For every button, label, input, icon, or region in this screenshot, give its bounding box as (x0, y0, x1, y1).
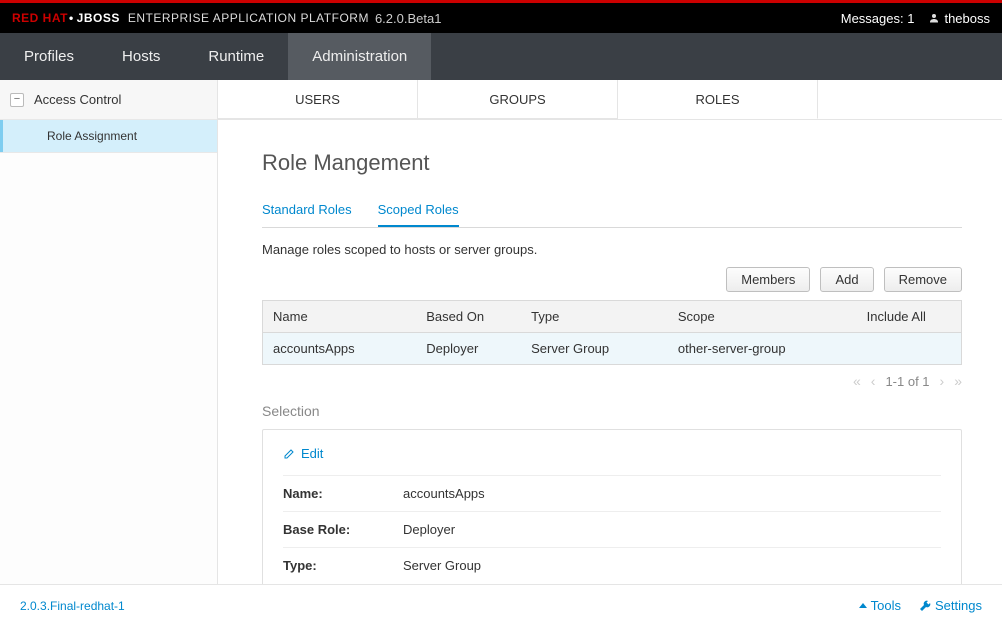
detail-row: Name: accountsApps (283, 475, 941, 511)
col-name: Name (263, 301, 417, 333)
help-text: Manage roles scoped to hosts or server g… (262, 242, 962, 257)
main-content: USERS GROUPS ROLES Role Mangement Standa… (218, 80, 1002, 584)
footer-version[interactable]: 2.0.3.Final-redhat-1 (20, 599, 125, 613)
cell-name: accountsApps (263, 333, 417, 365)
edit-link[interactable]: Edit (283, 446, 941, 461)
caret-up-icon (859, 603, 867, 608)
sidebar-section-label: Access Control (34, 92, 121, 107)
sidebar: − Access Control Role Assignment (0, 80, 218, 584)
col-scope: Scope (668, 301, 857, 333)
page-title: Role Mangement (262, 150, 962, 176)
tab-hosts[interactable]: Hosts (98, 33, 184, 80)
messages-link[interactable]: Messages: 1 (841, 11, 915, 26)
selection-title: Selection (262, 403, 962, 419)
pager-prev-icon[interactable]: ‹ (871, 373, 876, 389)
selection-panel: Edit Name: accountsApps Base Role: Deplo… (262, 429, 962, 600)
detail-row: Base Role: Deployer (283, 511, 941, 547)
members-button[interactable]: Members (726, 267, 810, 292)
brand-sub: ENTERPRISE APPLICATION PLATFORM (128, 11, 369, 25)
pager-next-icon[interactable]: › (940, 373, 945, 389)
wrench-icon (919, 600, 931, 612)
sidebar-section-access-control[interactable]: − Access Control (0, 80, 217, 120)
detail-row: Type: Server Group (283, 547, 941, 583)
subtab-groups[interactable]: GROUPS (418, 80, 618, 119)
settings-link[interactable]: Settings (919, 598, 982, 613)
sidebar-item-label: Role Assignment (47, 129, 137, 143)
pager-first-icon[interactable]: « (853, 373, 861, 389)
user-icon (928, 12, 940, 24)
edit-icon (283, 448, 295, 460)
edit-label: Edit (301, 446, 323, 461)
detail-value: Server Group (403, 558, 481, 573)
role-tabs: Standard Roles Scoped Roles (262, 202, 962, 228)
tab-runtime[interactable]: Runtime (184, 33, 288, 80)
add-button[interactable]: Add (820, 267, 873, 292)
user-menu[interactable]: theboss (928, 11, 990, 26)
remove-button[interactable]: Remove (884, 267, 962, 292)
detail-key: Base Role: (283, 522, 403, 537)
pager-last-icon[interactable]: » (954, 373, 962, 389)
brand-redhat: RED HAT (12, 11, 68, 25)
tab-administration[interactable]: Administration (288, 33, 431, 80)
col-type: Type (521, 301, 668, 333)
sidebar-item-role-assignment[interactable]: Role Assignment (0, 120, 217, 152)
col-based-on: Based On (416, 301, 521, 333)
settings-label: Settings (935, 598, 982, 613)
username: theboss (944, 11, 990, 26)
cell-based-on: Deployer (416, 333, 521, 365)
subtab-roles[interactable]: ROLES (618, 80, 818, 119)
footer: 2.0.3.Final-redhat-1 Tools Settings (0, 584, 1002, 626)
roles-table: Name Based On Type Scope Include All acc… (262, 300, 962, 365)
pager-text: 1-1 of 1 (885, 374, 929, 389)
cell-scope: other-server-group (668, 333, 857, 365)
role-tab-scoped[interactable]: Scoped Roles (378, 202, 459, 227)
cell-type: Server Group (521, 333, 668, 365)
table-toolbar: Members Add Remove (262, 267, 962, 292)
pager: « ‹ 1-1 of 1 › » (262, 373, 962, 389)
collapse-icon[interactable]: − (10, 93, 24, 107)
subtabs: USERS GROUPS ROLES (218, 80, 1002, 120)
header-bar: RED HAT JBOSS ENTERPRISE APPLICATION PLA… (0, 0, 1002, 33)
role-tab-standard[interactable]: Standard Roles (262, 202, 352, 227)
brand-jboss: JBOSS (72, 11, 120, 25)
detail-value: accountsApps (403, 486, 485, 501)
tab-profiles[interactable]: Profiles (0, 33, 98, 80)
cell-include-all (857, 333, 962, 365)
brand-version: 6.2.0.Beta1 (375, 11, 442, 26)
col-include-all: Include All (857, 301, 962, 333)
primary-nav: Profiles Hosts Runtime Administration (0, 33, 1002, 80)
detail-key: Name: (283, 486, 403, 501)
detail-key: Type: (283, 558, 403, 573)
subtab-users[interactable]: USERS (218, 80, 418, 119)
detail-value: Deployer (403, 522, 455, 537)
table-header-row: Name Based On Type Scope Include All (263, 301, 962, 333)
table-row[interactable]: accountsApps Deployer Server Group other… (263, 333, 962, 365)
tools-link[interactable]: Tools (859, 598, 901, 613)
tools-label: Tools (871, 598, 901, 613)
